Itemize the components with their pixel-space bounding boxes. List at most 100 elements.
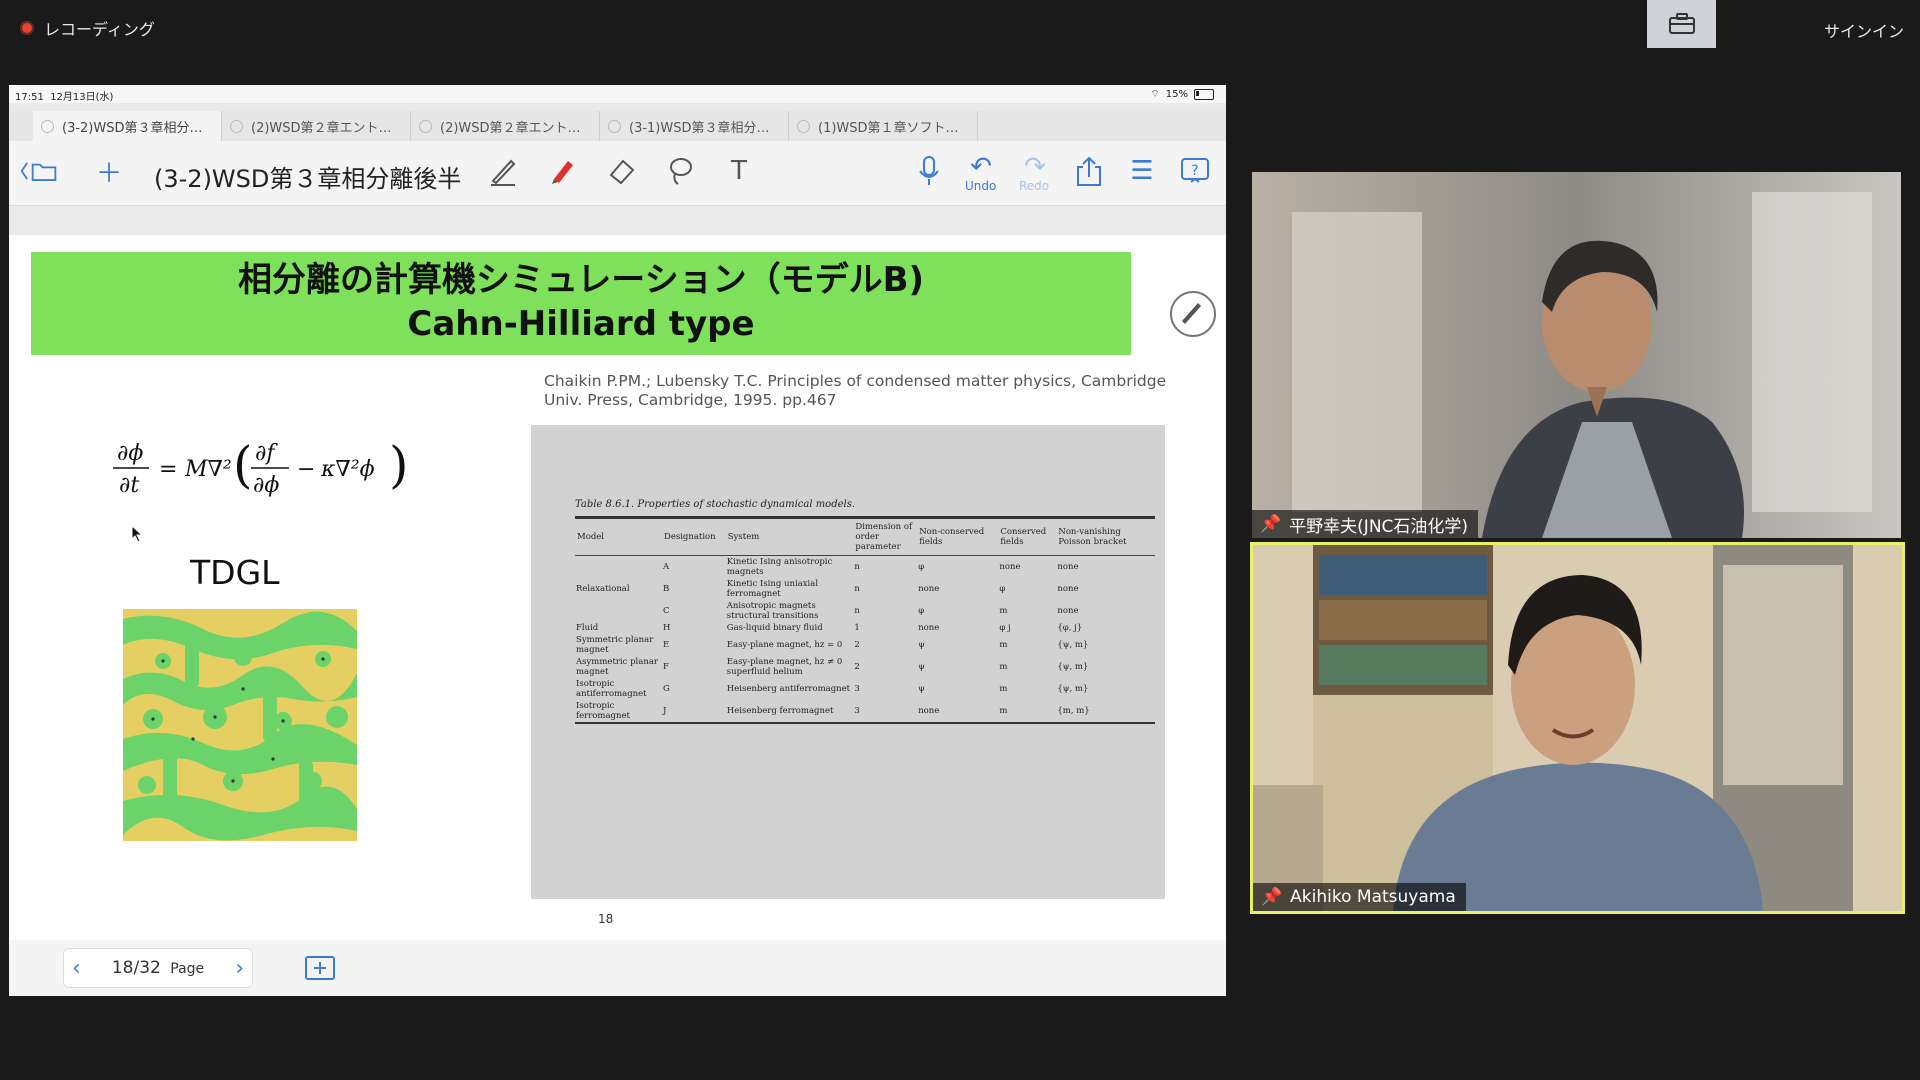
tab-3[interactable]: (2)WSD第２章エント… bbox=[411, 111, 600, 141]
help-icon: ? bbox=[1181, 158, 1209, 183]
text-tool-button[interactable]: T bbox=[719, 151, 759, 191]
help-button[interactable]: ? bbox=[1175, 151, 1215, 191]
slide-title-line2: Cahn-Hilliard type bbox=[407, 304, 755, 344]
tab-5[interactable]: (1)WSD第１章ソフト… bbox=[789, 111, 978, 141]
add-page-button[interactable]: ＋ bbox=[89, 151, 129, 191]
lasso-icon bbox=[670, 158, 692, 185]
pen-icon bbox=[1182, 303, 1201, 324]
toolbox-button[interactable] bbox=[1647, 0, 1716, 48]
participant-name: 平野幸夫(JNC石油化学) bbox=[1289, 516, 1469, 537]
recording-label: レコーディング bbox=[44, 20, 155, 39]
share-icon bbox=[1077, 156, 1101, 186]
plus-icon: ＋ bbox=[95, 158, 122, 189]
equation-graphic: ∂ϕ ∂t = M∇² ( ∂f ∂ϕ − κ∇²ϕ ) bbox=[113, 436, 409, 498]
slide-title-line1: 相分離の計算機シミュレーション（モデルB) bbox=[237, 260, 925, 300]
status-date: 12月13日(水) bbox=[50, 92, 114, 103]
tab-1[interactable]: (3-2)WSD第３章相分… bbox=[33, 111, 222, 141]
table-row: Symmetric planar magnet E Easy-plane magne… bbox=[576, 635, 1089, 655]
eraser-icon bbox=[609, 159, 635, 185]
tab-4[interactable]: (3-1)WSD第３章相分… bbox=[600, 111, 789, 141]
recording-indicator[interactable]: レコーディング bbox=[20, 18, 155, 39]
video-tile-participant-2[interactable]: 📌 Akihiko Matsuyama bbox=[1250, 542, 1905, 914]
tab-2[interactable]: (2)WSD第２章エント… bbox=[222, 111, 411, 141]
text-icon: T bbox=[731, 156, 747, 186]
svg-text:∂f: ∂f bbox=[255, 441, 278, 466]
lasso-tool-button[interactable] bbox=[660, 151, 700, 191]
svg-text:): ) bbox=[389, 436, 409, 494]
svg-text:−: − bbox=[297, 457, 315, 482]
table-header: System bbox=[727, 532, 760, 542]
status-time: 17:51 bbox=[15, 92, 44, 103]
close-icon[interactable] bbox=[797, 119, 810, 133]
table-row: Isotropic ferromagnet J Heisenberg ferroma… bbox=[575, 700, 1155, 723]
table-header: Non-conserved fields bbox=[919, 527, 985, 547]
redo-label: Redo bbox=[1019, 179, 1050, 193]
microphone-button[interactable] bbox=[909, 151, 949, 191]
table-row: A Kinetic Ising anisotropic magnets n φ none… bbox=[663, 557, 1079, 577]
share-button[interactable] bbox=[1069, 151, 1109, 191]
add-page-icon bbox=[305, 956, 335, 980]
redo-icon: ↷ bbox=[1024, 152, 1046, 182]
briefcase-icon bbox=[1668, 13, 1695, 34]
svg-text:∂ϕ: ∂ϕ bbox=[117, 441, 143, 466]
add-page-bottom-button[interactable] bbox=[303, 954, 337, 982]
notes-toolbar: ＋ (3-2)WSD第３章相分離後半 T ↶ Undo ↷ Redo ☰ ? bbox=[9, 141, 1226, 206]
page-word: Page bbox=[170, 961, 205, 977]
folder-icon bbox=[20, 162, 57, 181]
participant-video bbox=[1252, 172, 1901, 538]
table-header: Model bbox=[577, 532, 605, 542]
highlighter-tool-button[interactable] bbox=[542, 151, 582, 191]
marker-icon bbox=[552, 161, 573, 184]
close-icon[interactable] bbox=[41, 119, 54, 133]
document-title: (3-2)WSD第３章相分離後半 bbox=[154, 165, 462, 193]
table-row: C Anisotropic magnets structural transiti… bbox=[663, 601, 1079, 621]
close-icon[interactable] bbox=[230, 119, 243, 133]
table-header: Conserved fields bbox=[1000, 527, 1047, 547]
table-header: Non-vanishing Poisson bracket bbox=[1058, 527, 1127, 547]
textbook-table-photo: Table 8.6.1. Properties of stochastic dy… bbox=[531, 425, 1165, 899]
slide-title-banner: 相分離の計算機シミュレーション（モデルB) Cahn-Hilliard type bbox=[31, 252, 1131, 355]
undo-label: Undo bbox=[965, 179, 997, 193]
prev-page-button[interactable]: ‹ bbox=[72, 956, 81, 981]
shared-screen: 17:51 12月13日(水) ⌔ 15% (3-2)WSD第３章相分… (2)… bbox=[9, 85, 1226, 996]
close-icon[interactable] bbox=[419, 119, 432, 133]
close-icon[interactable] bbox=[608, 119, 621, 133]
table-row: Relaxational B Kinetic Ising uniaxial ferr… bbox=[576, 579, 1079, 599]
svg-text:∂t: ∂t bbox=[119, 473, 139, 498]
pen-icon bbox=[491, 159, 516, 186]
signin-link[interactable]: サインイン bbox=[1824, 18, 1904, 42]
svg-text:M∇²: M∇² bbox=[184, 457, 232, 482]
participant-name: Akihiko Matsuyama bbox=[1290, 887, 1456, 907]
list-icon: ☰ bbox=[1130, 156, 1154, 186]
table-header: Designation bbox=[664, 532, 716, 542]
wifi-icon: ⌔ bbox=[1150, 89, 1160, 100]
record-icon bbox=[20, 21, 34, 35]
slide-page: 相分離の計算機シミュレーション（モデルB) Cahn-Hilliard type… bbox=[9, 235, 1226, 940]
table-row: Asymmetric planar magnet F Easy-plane magn… bbox=[576, 657, 1089, 677]
phase-separation-simulation-image bbox=[123, 609, 357, 841]
stochastic-models-table: Model Designation System Dimension of or… bbox=[575, 519, 1155, 724]
document-tabs: (3-2)WSD第３章相分… (2)WSD第２章エント… (2)WSD第２章エン… bbox=[9, 111, 1226, 141]
back-folder-button[interactable] bbox=[19, 151, 59, 191]
video-tile-participant-1[interactable]: 📌 平野幸夫(JNC石油化学) bbox=[1252, 172, 1901, 538]
table-header-row: Model Designation System Dimension of or… bbox=[575, 519, 1155, 556]
ipad-status-bar: 17:51 12月13日(水) ⌔ 15% bbox=[9, 85, 1226, 103]
page-count: 18/32 bbox=[111, 958, 161, 978]
participant-video bbox=[1253, 545, 1902, 911]
microphone-icon bbox=[919, 156, 939, 185]
citation-text: Chaikin P.PM.; Lubensky T.C. Principles … bbox=[544, 372, 1167, 409]
participant-name-tag: 📌 Akihiko Matsuyama bbox=[1253, 883, 1466, 911]
menu-button[interactable]: ☰ bbox=[1122, 151, 1162, 191]
table-row: Fluid H Gas-liquid binary fluid 1 none φ j {φ,… bbox=[576, 623, 1083, 633]
page-navigation-bar: ‹ 18/32 Page › bbox=[9, 940, 1226, 996]
table-caption: Table 8.6.1. Properties of stochastic dy… bbox=[575, 499, 856, 510]
pen-tool-button[interactable] bbox=[483, 151, 523, 191]
undo-icon: ↶ bbox=[970, 152, 992, 182]
svg-text:(: ( bbox=[233, 436, 253, 494]
eraser-tool-button[interactable] bbox=[601, 151, 641, 191]
quick-pen-button[interactable] bbox=[1170, 291, 1216, 337]
participant-name-tag: 📌 平野幸夫(JNC石油化学) bbox=[1252, 510, 1479, 538]
battery-label: 15% bbox=[1165, 89, 1188, 100]
pin-icon: 📌 bbox=[1261, 887, 1283, 907]
next-page-button[interactable]: › bbox=[235, 956, 244, 981]
